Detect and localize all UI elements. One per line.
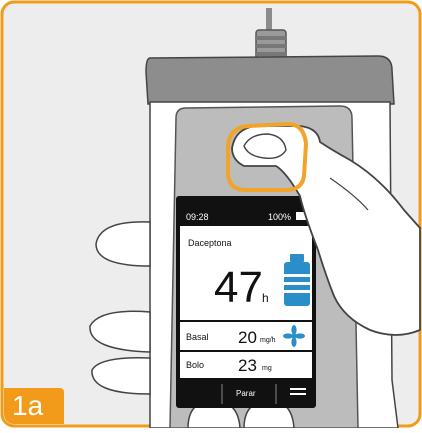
remaining-unit: h (262, 291, 269, 305)
row-value-bolo: 23 (238, 356, 257, 375)
status-battery-percent: 100% (268, 212, 291, 222)
illustration-frame: 09:28 100% Daceptona 47 h Basal 20 mg/h … (0, 0, 422, 429)
row-label-basal: Basal (186, 332, 209, 342)
softkey-center-label: Parar (236, 389, 256, 398)
status-time: 09:28 (186, 212, 209, 222)
row-value-basal: 20 (238, 328, 257, 347)
remaining-value: 47 (214, 263, 263, 312)
drug-name: Daceptona (188, 238, 232, 248)
device-top-cap (145, 55, 395, 105)
row-unit-basal: mg/h (260, 337, 276, 344)
step-label: 1a (12, 390, 44, 421)
row-unit-bolo: mg (262, 365, 272, 372)
row-label-bolo: Bolo (186, 360, 204, 370)
